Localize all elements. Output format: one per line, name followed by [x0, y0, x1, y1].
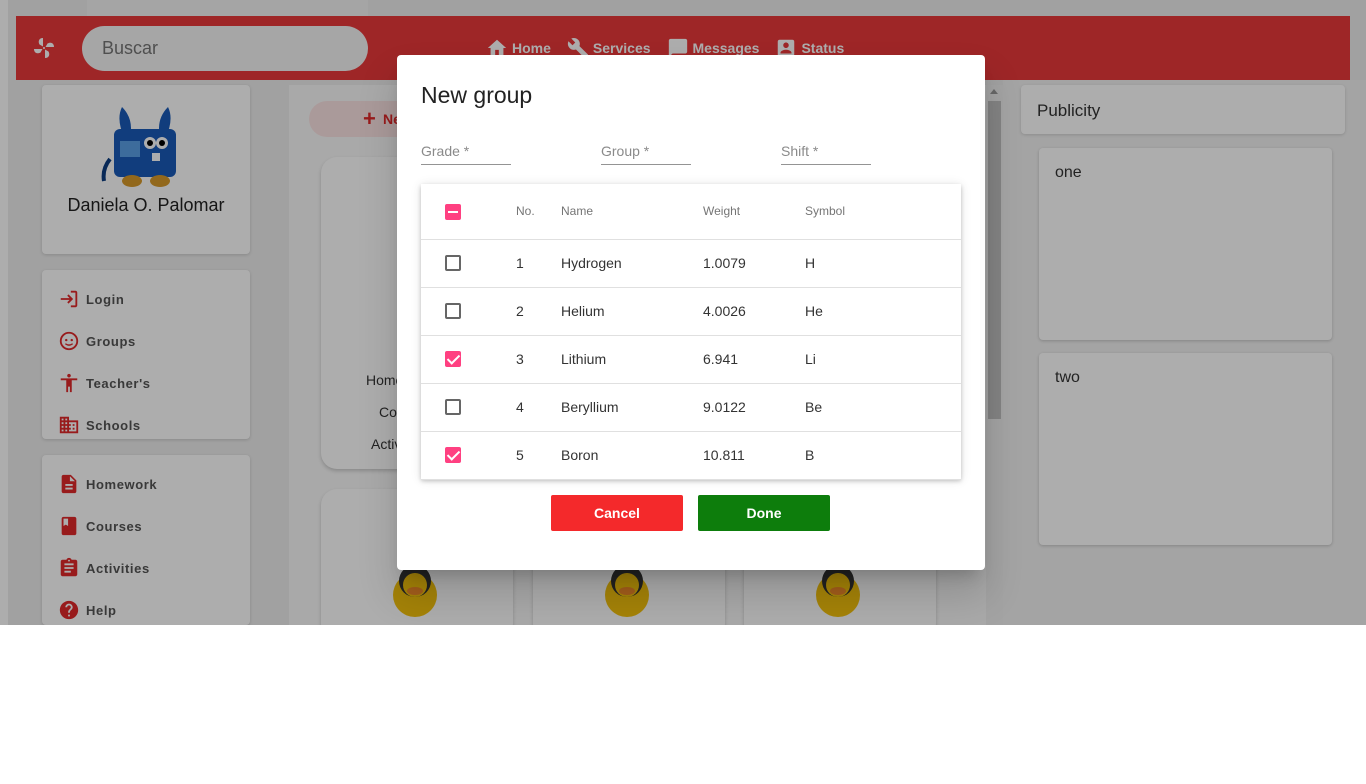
- cell-no: 3: [516, 351, 524, 367]
- group-field-label: Group *: [601, 143, 650, 159]
- cell-name: Boron: [561, 447, 599, 463]
- row-checkbox[interactable]: [445, 399, 461, 415]
- shift-field-label: Shift *: [781, 143, 819, 159]
- cell-weight: 4.0026: [703, 303, 746, 319]
- grade-field-label: Grade *: [421, 143, 470, 159]
- cell-no: 1: [516, 255, 524, 271]
- app-window: Home Services Messages Status: [0, 0, 1366, 625]
- row-checkbox[interactable]: [445, 447, 461, 463]
- column-header-symbol: Symbol: [805, 204, 846, 218]
- cell-no: 4: [516, 399, 524, 415]
- shift-field[interactable]: Shift *: [781, 143, 871, 165]
- table-row[interactable]: 3 Lithium 6.941 Li: [421, 336, 961, 384]
- cell-symbol: He: [805, 303, 823, 319]
- grade-field[interactable]: Grade *: [421, 143, 511, 165]
- cell-no: 2: [516, 303, 524, 319]
- table-row[interactable]: 1 Hydrogen 1.0079 H: [421, 240, 961, 288]
- select-all-checkbox[interactable]: [445, 204, 461, 220]
- group-field[interactable]: Group *: [601, 143, 691, 165]
- cell-name: Hydrogen: [561, 255, 622, 271]
- cell-no: 5: [516, 447, 524, 463]
- cancel-button[interactable]: Cancel: [551, 495, 683, 531]
- cell-weight: 1.0079: [703, 255, 746, 271]
- cell-name: Lithium: [561, 351, 607, 367]
- row-checkbox[interactable]: [445, 303, 461, 319]
- cell-name: Helium: [561, 303, 605, 319]
- cell-symbol: Be: [805, 399, 823, 415]
- row-checkbox[interactable]: [445, 255, 461, 271]
- cell-name: Beryllium: [561, 399, 619, 415]
- table-row[interactable]: 4 Beryllium 9.0122 Be: [421, 384, 961, 432]
- table-header-row: No. Name Weight Symbol: [421, 184, 961, 240]
- table-row[interactable]: 2 Helium 4.0026 He: [421, 288, 961, 336]
- cell-symbol: B: [805, 447, 815, 463]
- cell-symbol: H: [805, 255, 816, 271]
- table-row[interactable]: 5 Boron 10.811 B: [421, 432, 961, 480]
- cell-weight: 10.811: [703, 447, 745, 463]
- elements-table: No. Name Weight Symbol 1 Hydrogen 1.0079 H 2…: [421, 184, 961, 480]
- column-header-name: Name: [561, 204, 594, 218]
- row-checkbox[interactable]: [445, 351, 461, 367]
- cell-weight: 6.941: [703, 351, 739, 367]
- cell-symbol: Li: [805, 351, 816, 367]
- done-button[interactable]: Done: [698, 495, 830, 531]
- column-header-weight: Weight: [703, 204, 741, 218]
- dialog-title: New group: [421, 82, 533, 108]
- column-header-no: No.: [516, 204, 535, 218]
- new-group-dialog: New group Grade * Group * Shift * No. Na…: [397, 55, 985, 570]
- cell-weight: 9.0122: [703, 399, 746, 415]
